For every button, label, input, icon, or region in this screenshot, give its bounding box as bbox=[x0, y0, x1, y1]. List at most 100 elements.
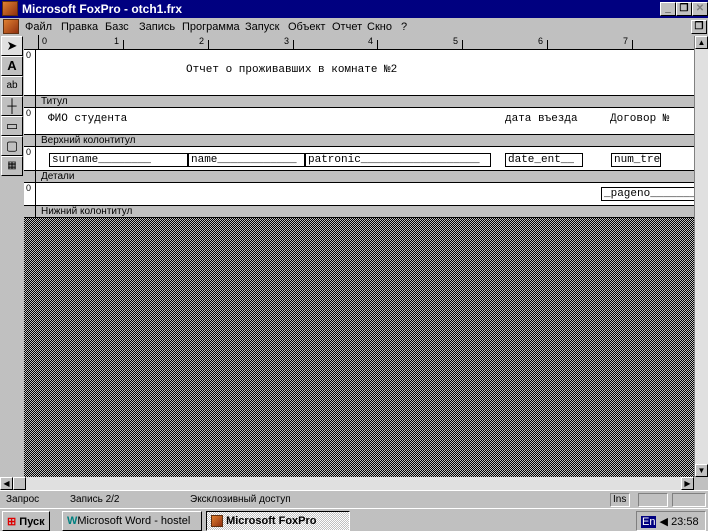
vertical-ruler: 0 bbox=[24, 183, 36, 205]
vertical-ruler: 0 bbox=[24, 108, 36, 134]
taskbar-item-label: Microsoft Word - hostel bbox=[77, 515, 191, 527]
ruler-tick bbox=[377, 40, 378, 49]
menu-window[interactable]: Скно bbox=[367, 21, 392, 33]
foxpro-icon bbox=[211, 515, 223, 528]
taskbar-item-foxpro[interactable]: Microsoft FoxPro bbox=[206, 511, 350, 531]
header-date[interactable]: дата въезда bbox=[505, 113, 578, 125]
band-page-header[interactable]: Верхний колонтитул bbox=[24, 134, 694, 147]
ruler-tick bbox=[123, 40, 124, 49]
band-title[interactable]: Титул bbox=[24, 95, 694, 108]
band-label: Верхний колонтитул bbox=[41, 135, 136, 146]
picture-ole-tool[interactable]: ▦ bbox=[1, 156, 23, 176]
word-icon: W bbox=[67, 515, 78, 527]
field-tool[interactable]: ab bbox=[1, 76, 23, 96]
horizontal-scrollbar[interactable]: ◀ ▶ bbox=[0, 477, 694, 490]
menu-run[interactable]: Запуск bbox=[245, 21, 279, 33]
band-page-footer[interactable]: Нижний колонтитул bbox=[24, 205, 694, 218]
doc-restore-button[interactable]: ❐ bbox=[691, 20, 707, 34]
ruler-tick bbox=[632, 40, 633, 49]
line-tool[interactable]: ┼ bbox=[1, 96, 23, 116]
ruler-label: 7 bbox=[623, 36, 629, 46]
vertical-ruler: 0 bbox=[24, 50, 36, 95]
system-tray: En ◀ 23:58 bbox=[636, 511, 706, 531]
status-ins: Ins bbox=[610, 493, 630, 507]
start-label: Пуск bbox=[19, 516, 45, 528]
restore-button[interactable]: ❐ bbox=[676, 2, 692, 16]
menu-edit[interactable]: Правка bbox=[61, 21, 98, 33]
rounded-rectangle-tool[interactable]: ▢ bbox=[1, 136, 23, 156]
ruler-tick bbox=[208, 40, 209, 49]
band-detail[interactable]: Детали bbox=[24, 170, 694, 183]
scroll-thumb[interactable] bbox=[13, 477, 26, 490]
vertical-ruler: 0 bbox=[24, 147, 36, 170]
text-tool[interactable]: A bbox=[1, 56, 23, 76]
speaker-icon[interactable]: ◀ bbox=[660, 516, 668, 528]
status-access: Эксклозивный доступ bbox=[190, 494, 291, 505]
field-date-ent[interactable]: date_ent__ bbox=[505, 153, 583, 167]
band-label: Детали bbox=[41, 171, 75, 182]
ruler-mark: 0 bbox=[26, 50, 32, 60]
band-label: Нижний колонтитул bbox=[41, 206, 133, 217]
ruler-tick bbox=[38, 35, 39, 49]
language-indicator[interactable]: En bbox=[641, 516, 657, 528]
field-pageno[interactable]: _pageno________ bbox=[601, 187, 694, 201]
field-surname[interactable]: surname________ bbox=[49, 153, 188, 167]
window-title: Microsoft FoxPro - otch1.frx bbox=[22, 2, 183, 16]
ruler-label: 3 bbox=[284, 36, 290, 46]
header-fio[interactable]: ФИО студента bbox=[48, 113, 127, 125]
menu-bar: Файл Правка Базс Запись Программа Запуск… bbox=[0, 18, 708, 36]
menu-database[interactable]: Базс bbox=[105, 21, 129, 33]
status-panel bbox=[672, 493, 706, 507]
ruler-mark: 0 bbox=[26, 147, 32, 157]
report-title-text[interactable]: Отчет о проживавших в комнате №2 bbox=[186, 64, 397, 76]
ruler-label: 5 bbox=[453, 36, 459, 46]
foxpro-app-icon[interactable] bbox=[2, 1, 18, 16]
report-controls-toolbox: ➤ A ab ┼ ▭ ▢ ▦ bbox=[0, 36, 24, 216]
ruler-tick bbox=[462, 40, 463, 49]
ruler-mark: 0 bbox=[26, 183, 32, 193]
ruler-label: 6 bbox=[538, 36, 544, 46]
menu-record[interactable]: Запись bbox=[139, 21, 175, 33]
windows-logo-icon: ⊞ bbox=[7, 516, 17, 528]
vertical-scrollbar[interactable]: ▲ ▼ bbox=[694, 36, 708, 477]
document-fox-icon[interactable] bbox=[3, 19, 19, 34]
ruler-mark: 0 bbox=[26, 108, 32, 118]
taskbar: ⊞ Пуск WMicrosoft Word - hostel Microsof… bbox=[0, 508, 708, 531]
status-record: Запись 2/2 bbox=[70, 494, 120, 505]
minimize-button[interactable]: _ bbox=[660, 2, 676, 16]
scroll-left-button[interactable]: ◀ bbox=[0, 477, 13, 490]
ruler-label: 4 bbox=[368, 36, 374, 46]
title-bar: Microsoft FoxPro - otch1.frx _ ❐ ✕ bbox=[0, 0, 708, 18]
menu-report[interactable]: Отчет bbox=[332, 21, 362, 33]
scroll-down-button[interactable]: ▼ bbox=[695, 464, 708, 477]
ruler-label: 0 bbox=[42, 36, 48, 46]
field-patronic[interactable]: patronic__________________ bbox=[305, 153, 491, 167]
select-pointer-tool[interactable]: ➤ bbox=[1, 36, 23, 56]
ruler-label: 1 bbox=[114, 36, 120, 46]
menu-object[interactable]: Объект bbox=[288, 21, 325, 33]
ruler-label: 2 bbox=[199, 36, 205, 46]
menu-help[interactable]: ? bbox=[401, 21, 407, 33]
horizontal-ruler: 0 1 2 3 4 5 6 7 bbox=[24, 35, 694, 50]
field-name[interactable]: name____________ bbox=[188, 153, 305, 167]
start-button[interactable]: ⊞ Пуск bbox=[2, 511, 50, 531]
taskbar-item-word[interactable]: WMicrosoft Word - hostel bbox=[62, 511, 202, 531]
scroll-up-button[interactable]: ▲ bbox=[695, 36, 708, 49]
status-bar: Запрос Запись 2/2 Эксклозивный доступ In… bbox=[0, 490, 708, 508]
ruler-tick bbox=[293, 40, 294, 49]
close-button[interactable]: ✕ bbox=[692, 2, 708, 16]
status-panel bbox=[638, 493, 668, 507]
clock: 23:58 bbox=[671, 516, 699, 528]
band-label: Титул bbox=[41, 96, 68, 107]
empty-report-area bbox=[24, 218, 694, 477]
menu-file[interactable]: Файл bbox=[25, 21, 52, 33]
menu-program[interactable]: Программа bbox=[182, 21, 240, 33]
field-num-tre[interactable]: num_tre bbox=[611, 153, 661, 167]
rectangle-tool[interactable]: ▭ bbox=[1, 116, 23, 136]
report-designer-canvas[interactable]: 0 Отчет о проживавших в комнате №2 Титул… bbox=[24, 50, 694, 218]
taskbar-item-label: Microsoft FoxPro bbox=[226, 515, 317, 527]
scroll-right-button[interactable]: ▶ bbox=[681, 477, 694, 490]
status-mode: Запрос bbox=[6, 494, 40, 505]
header-contract[interactable]: Договор № bbox=[610, 113, 669, 125]
ruler-tick bbox=[547, 40, 548, 49]
